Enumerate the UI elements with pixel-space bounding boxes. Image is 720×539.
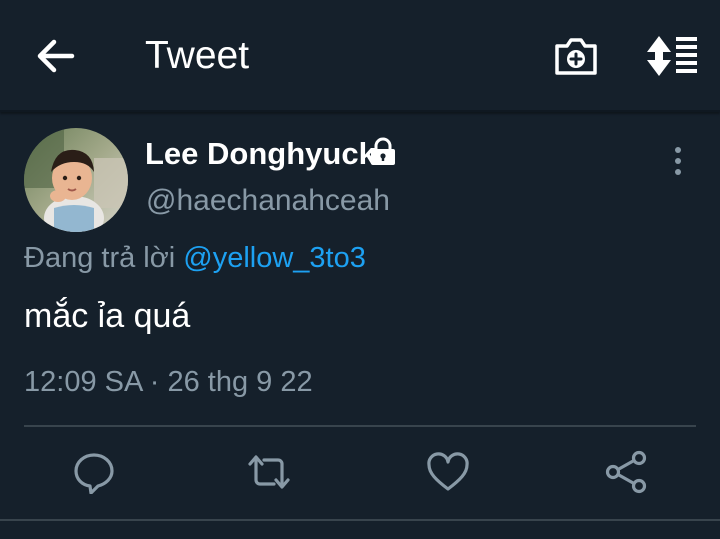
heart-icon — [427, 452, 469, 491]
reply-icon — [74, 453, 114, 494]
author-display-name[interactable]: Lee Donghyuck — [145, 136, 376, 172]
replying-to: Đang trả lời @yellow_3to3 — [24, 240, 366, 276]
retweet-button[interactable] — [247, 450, 291, 494]
share-button[interactable] — [604, 450, 648, 494]
like-button[interactable] — [426, 450, 470, 494]
back-button[interactable] — [30, 32, 80, 80]
share-icon — [605, 450, 647, 494]
reply-button[interactable] — [72, 450, 116, 494]
camera-button[interactable] — [552, 32, 600, 80]
tweet-text: mắc ỉa quá — [24, 297, 191, 335]
sort-button[interactable] — [645, 34, 699, 78]
divider — [0, 519, 720, 521]
sort-icon — [647, 36, 697, 76]
reply-to-mention[interactable]: @yellow_3to3 — [183, 242, 366, 274]
divider — [24, 425, 696, 427]
top-app-bar: Tweet — [0, 0, 720, 112]
more-options-button[interactable] — [664, 144, 692, 180]
author-handle[interactable]: @haechanahceah — [146, 183, 390, 219]
retweet-icon — [248, 455, 290, 489]
avatar-image — [24, 128, 128, 232]
avatar[interactable] — [24, 128, 128, 232]
lock-icon — [371, 137, 395, 165]
arrow-left-icon — [37, 39, 75, 73]
more-vertical-icon — [675, 147, 681, 175]
replying-to-label: Đang trả lời — [24, 242, 176, 274]
tweet-timestamp: 12:09 SA · 26 thg 9 22 — [24, 366, 313, 398]
camera-plus-icon — [555, 38, 597, 75]
page-title: Tweet — [145, 34, 250, 77]
